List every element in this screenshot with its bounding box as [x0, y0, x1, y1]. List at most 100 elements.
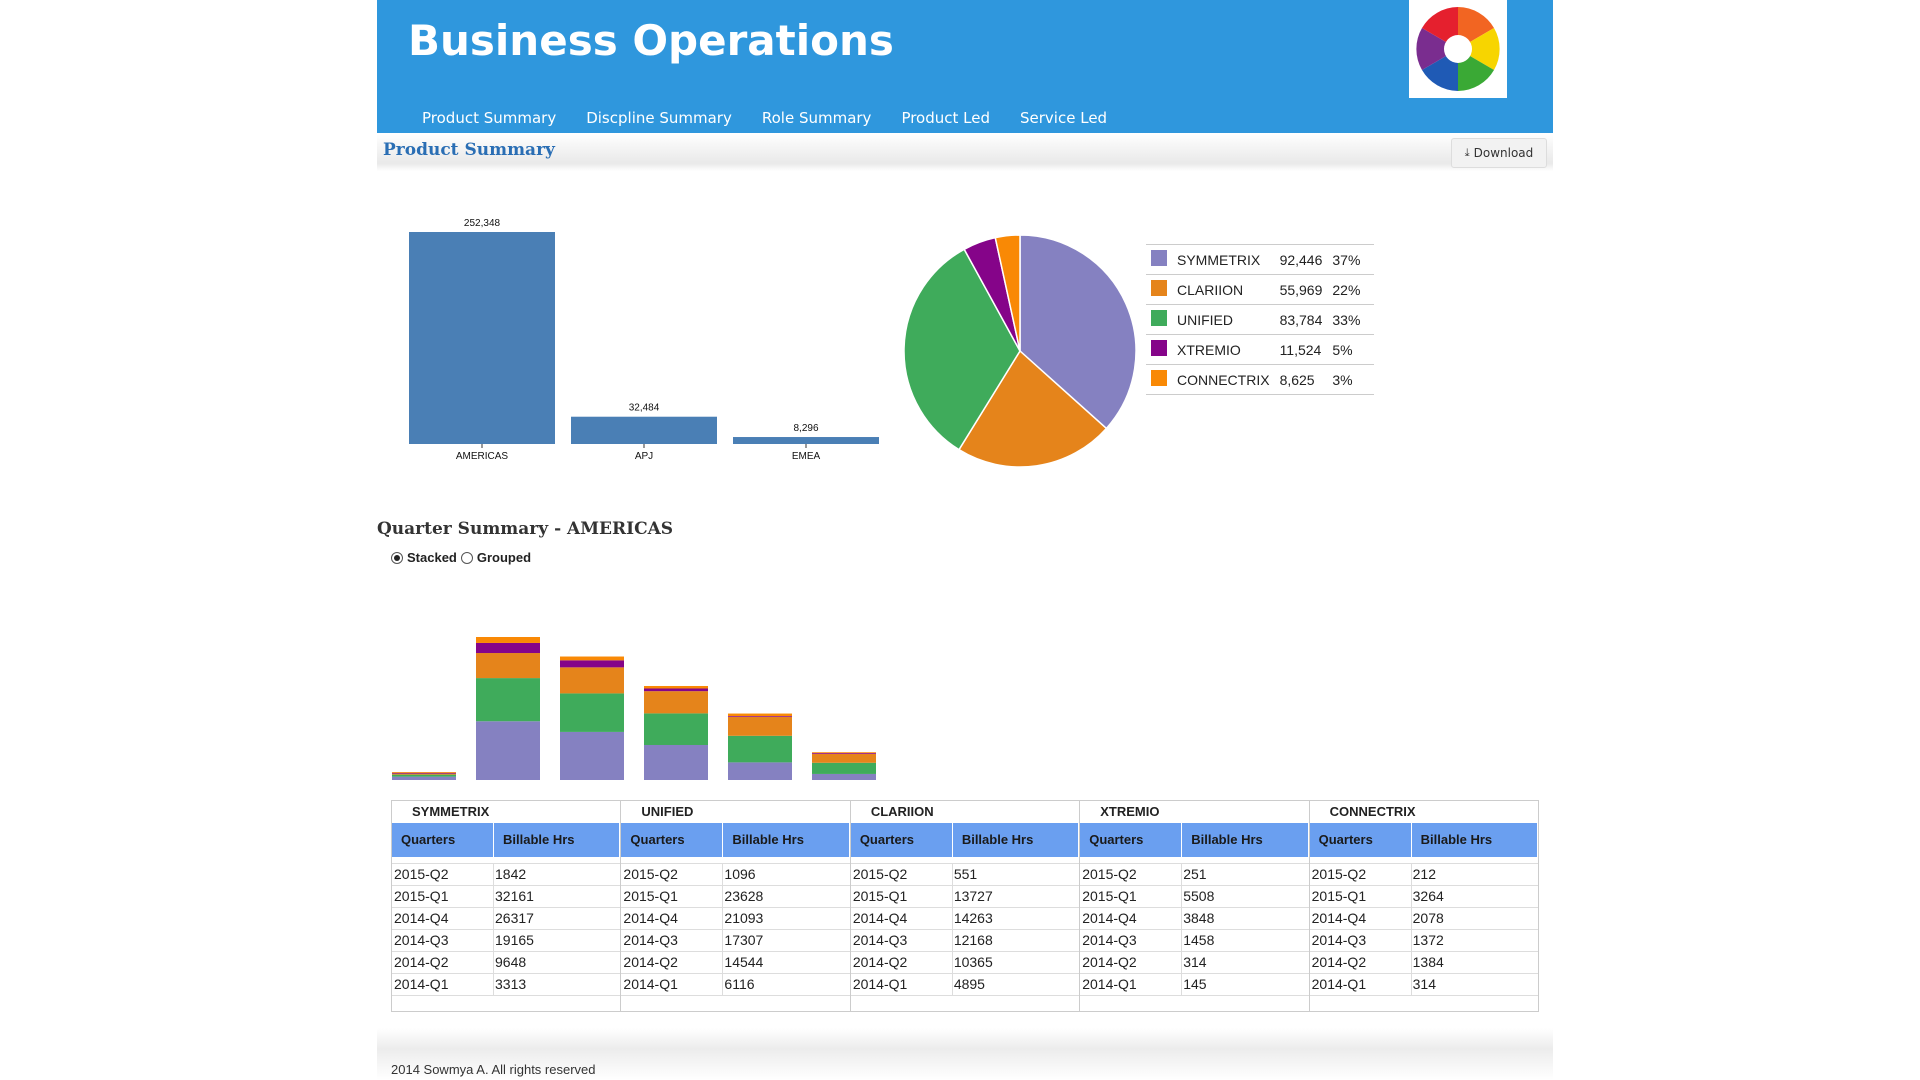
- quarters-header[interactable]: Quarters: [392, 823, 494, 857]
- quarter-bar-segment: [560, 656, 624, 661]
- product-table: XTREMIO Quarters Billable Hrs 2015-Q2 251 201…: [1080, 801, 1310, 1011]
- quarter-bar-segment: [644, 685, 708, 689]
- quarter-cell: 2014-Q2: [392, 952, 494, 973]
- legend-value: 92,446: [1274, 244, 1328, 275]
- hours-cell: 1372: [1412, 932, 1444, 948]
- legend-value: 8,625: [1274, 364, 1328, 395]
- billable-hrs-header[interactable]: Billable Hrs: [1182, 823, 1309, 857]
- quarters-header[interactable]: Quarters: [851, 823, 953, 857]
- quarter-cell: 2014-Q4: [851, 908, 953, 929]
- hours-cell: 10365: [953, 954, 993, 970]
- nav-service-led[interactable]: Service Led: [1020, 109, 1107, 131]
- hours-cell: 1458: [1183, 932, 1215, 948]
- table-row: 2014-Q3 1372: [1309, 930, 1539, 952]
- quarter-bar-segment: [476, 653, 540, 679]
- legend-swatch: [1151, 310, 1167, 326]
- table-spacer: [621, 857, 850, 864]
- quarter-cell: 2014-Q4: [1080, 908, 1183, 929]
- download-icon: ⤓: [1464, 146, 1470, 159]
- product-table-header: Quarters Billable Hrs: [392, 823, 621, 857]
- table-row: 2014-Q1 145: [1080, 974, 1309, 996]
- grouped-radio[interactable]: [460, 551, 473, 564]
- legend-row: SYMMETRIX 92,446 37%: [1146, 244, 1375, 275]
- product-table: SYMMETRIX Quarters Billable Hrs 2015-Q2 1842…: [392, 801, 622, 1011]
- table-row: 2015-Q2 212: [1309, 864, 1539, 886]
- hours-cell: 1096: [724, 866, 756, 882]
- quarter-cell: 2014-Q3: [851, 930, 953, 951]
- page: Business Operations Product Summary Disc…: [377, 0, 1553, 1080]
- hours-cell: 251: [1183, 866, 1207, 882]
- legend-value: 55,969: [1274, 274, 1328, 305]
- quarter-cell: 2015-Q1: [621, 886, 724, 907]
- billable-hrs-header[interactable]: Billable Hrs: [953, 823, 1080, 857]
- billable-hrs-header[interactable]: Billable Hrs: [1412, 823, 1539, 857]
- hours-cell: 14544: [724, 954, 764, 970]
- quarters-header[interactable]: Quarters: [1080, 823, 1183, 857]
- stacked-radio[interactable]: [391, 551, 403, 564]
- quarter-cell: 2014-Q4: [392, 908, 494, 929]
- region-bar-chart: 252,348 AMERICAS 32,484 APJ 8,296 EMEA: [409, 218, 879, 462]
- table-row: 2014-Q4 26317: [392, 908, 621, 930]
- table-row: 2015-Q2 1096: [621, 864, 850, 886]
- quarter-cell: 2014-Q3: [1080, 930, 1183, 951]
- download-button[interactable]: ⤓ Download: [1451, 138, 1547, 168]
- legend-percent: 5%: [1327, 334, 1375, 365]
- grouped-label: Grouped: [476, 550, 532, 565]
- quarter-bar-segment: [560, 660, 624, 668]
- quarter-bar-segment: [728, 716, 792, 717]
- hours-cell: 19165: [495, 932, 534, 948]
- billable-hrs-header[interactable]: Billable Hrs: [494, 823, 621, 857]
- hours-cell: 1842: [495, 866, 527, 882]
- quarter-bar-segment: [392, 776, 456, 780]
- quarter-bar-segment: [728, 716, 792, 736]
- hours-cell: 5508: [1183, 888, 1215, 904]
- quarter-cell: 2014-Q1: [1310, 974, 1412, 995]
- quarter-bar-segment: [476, 637, 540, 643]
- product-table: CONNECTRIX Quarters Billable Hrs 2015-Q2 212…: [1309, 801, 1539, 1011]
- logo: [1409, 0, 1507, 98]
- quarter-bar-segment: [476, 678, 540, 722]
- legend-value: 83,784: [1274, 304, 1328, 335]
- quarter-cell: 2014-Q4: [621, 908, 724, 929]
- hours-cell: 17307: [724, 932, 764, 948]
- table-row: 2015-Q1 3264: [1309, 886, 1539, 908]
- product-table: CLARIION Quarters Billable Hrs 2015-Q2 551 20…: [850, 801, 1081, 1011]
- table-row: 2015-Q1 13727: [850, 886, 1080, 908]
- product-table: UNIFIED Quarters Billable Hrs 2015-Q2 1096 20…: [621, 801, 851, 1011]
- legend-label: CONNECTRIX: [1172, 364, 1275, 395]
- hours-cell: 3848: [1183, 910, 1215, 926]
- quarter-bar-segment: [728, 735, 792, 763]
- table-row: 2014-Q4 2078: [1309, 908, 1539, 930]
- quarters-header[interactable]: Quarters: [621, 823, 724, 857]
- hours-cell: 212: [1412, 866, 1436, 882]
- nav-discipline-summary[interactable]: Discpline Summary: [586, 109, 732, 131]
- quarter-cell: 2014-Q3: [621, 930, 724, 951]
- billable-hrs-header[interactable]: Billable Hrs: [723, 823, 850, 857]
- nav-product-led[interactable]: Product Led: [901, 109, 990, 131]
- quarter-bar-segment: [812, 753, 876, 763]
- table-row: 2014-Q2 1384: [1309, 952, 1539, 974]
- quarters-header[interactable]: Quarters: [1310, 823, 1412, 857]
- legend-swatch: [1151, 370, 1167, 386]
- quarter-bar-segment: [728, 762, 792, 780]
- legend-swatch: [1151, 280, 1167, 296]
- legend-percent: 33%: [1327, 304, 1375, 335]
- legend-label: SYMMETRIX: [1172, 244, 1275, 275]
- quarter-cell: 2014-Q4: [1310, 908, 1412, 929]
- quarter-cell: 2015-Q2: [392, 864, 494, 885]
- table-row: 2014-Q2 314: [1080, 952, 1309, 974]
- quarter-bar-segment: [812, 773, 876, 780]
- nav-product-summary[interactable]: Product Summary: [422, 109, 556, 131]
- legend-percent: 22%: [1327, 274, 1375, 305]
- quarter-bar-segment: [392, 774, 456, 777]
- legend-value: 11,524: [1274, 334, 1328, 365]
- region-category-label: AMERICAS: [456, 451, 509, 462]
- table-row: 2014-Q4 14263: [850, 908, 1080, 930]
- hours-cell: 145: [1183, 976, 1207, 992]
- legend-label: CLARIION: [1172, 274, 1275, 305]
- main-nav: Product Summary Discpline Summary Role S…: [422, 109, 1137, 131]
- quarter-cell: 2014-Q2: [851, 952, 953, 973]
- nav-role-summary[interactable]: Role Summary: [762, 109, 872, 131]
- quarter-bar-segment: [560, 693, 624, 732]
- quarter-bar-segment: [392, 772, 456, 774]
